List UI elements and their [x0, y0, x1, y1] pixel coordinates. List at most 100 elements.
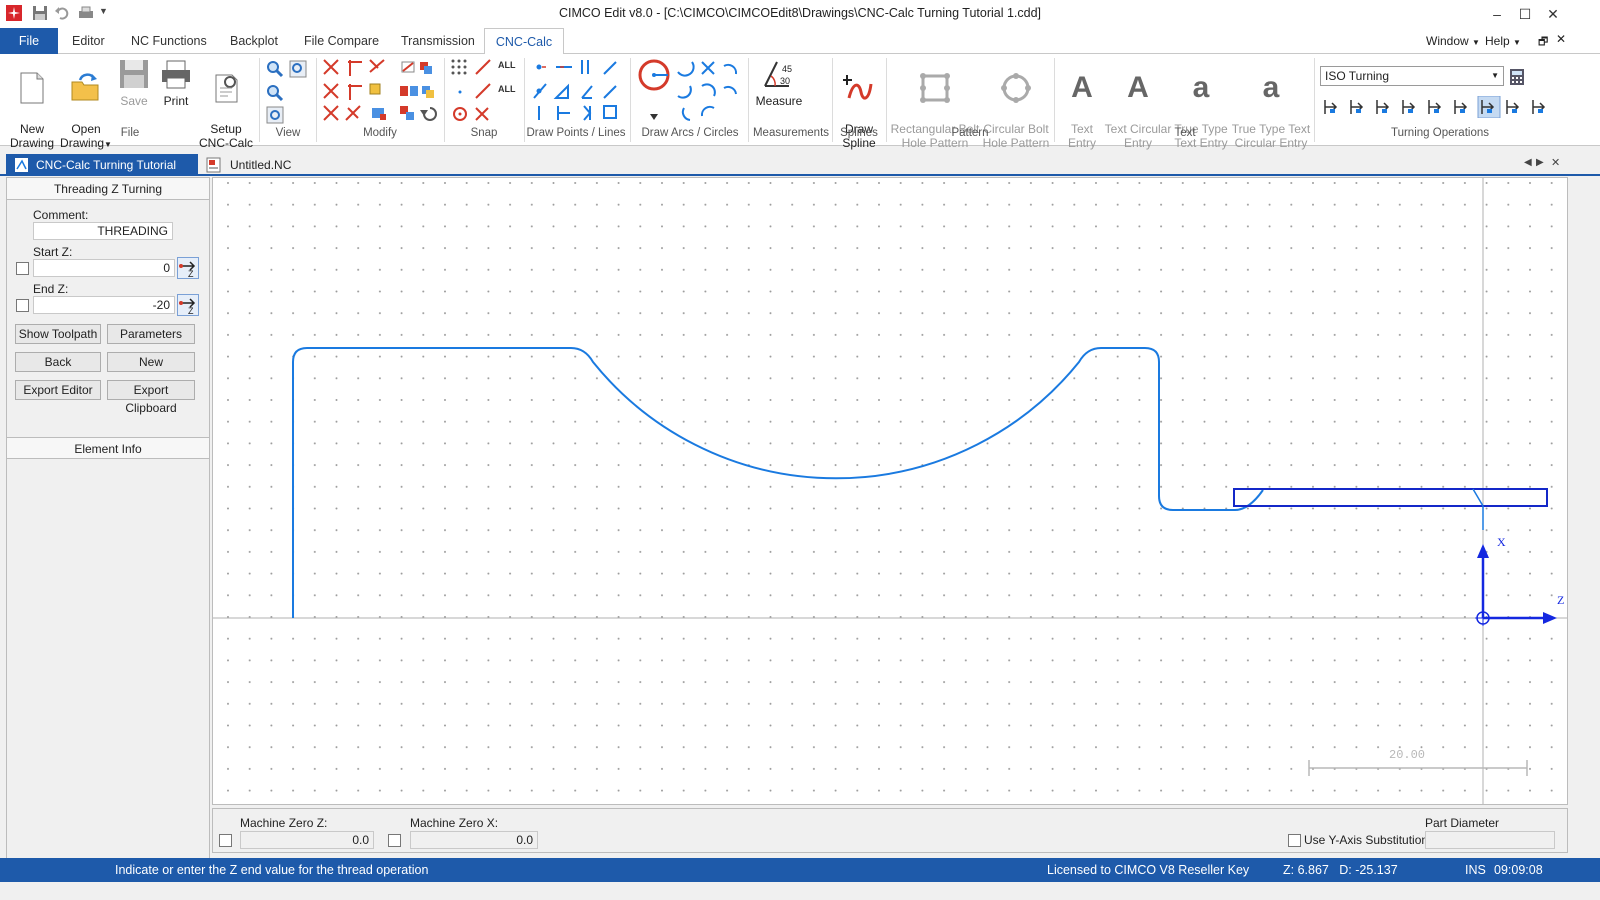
- x-axis-label: X: [1497, 535, 1506, 549]
- print-button[interactable]: Print: [154, 58, 198, 108]
- true-type-circular-a-icon: a: [1262, 71, 1280, 104]
- measure-angle-icon: 45 30: [764, 61, 792, 87]
- drawing-file-icon: [15, 158, 28, 172]
- doc-tab-cdd[interactable]: CNC-Calc Turning Tutorial 1.cdd: [6, 154, 198, 194]
- tab-scroll-left-icon[interactable]: ◀: [1524, 157, 1532, 168]
- chevron-down-icon: ▼: [1491, 71, 1499, 80]
- start-z-field[interactable]: 0: [33, 259, 175, 277]
- machine-zero-x-label: Machine Zero X:: [410, 816, 499, 830]
- comment-field[interactable]: THREADING: [33, 222, 173, 240]
- spline-icon: [843, 75, 873, 100]
- window-menu[interactable]: Window ▼: [1426, 34, 1480, 48]
- tab-file[interactable]: File: [0, 28, 58, 54]
- parameters-button[interactable]: Parameters: [107, 324, 195, 344]
- part-diameter-field[interactable]: [1425, 831, 1555, 849]
- printer-icon: [162, 60, 190, 89]
- open-folder-icon: [71, 73, 99, 101]
- draw-lines-tools: [530, 58, 624, 124]
- tab-scroll-right-icon[interactable]: ▶: [1536, 157, 1544, 168]
- floppy-disk-icon: [120, 60, 148, 88]
- tab-editor[interactable]: Editor: [60, 28, 117, 54]
- export-editor-button[interactable]: Export Editor: [15, 380, 101, 400]
- machine-zero-x-checkbox[interactable]: [388, 834, 401, 847]
- group-label-draw-lines: Draw Points / Lines: [526, 127, 626, 139]
- group-separator: [630, 58, 631, 142]
- group-separator: [748, 58, 749, 142]
- restore-doc-icon[interactable]: 🗗: [1538, 33, 1548, 52]
- true-type-a-icon: a: [1192, 71, 1210, 104]
- calculator-icon[interactable]: [1508, 68, 1526, 86]
- ribbon: New Drawing Open Drawing▼ Save Print Set…: [0, 54, 1600, 150]
- license-text: Licensed to CIMCO V8 Reseller Key: [1047, 863, 1250, 877]
- start-z-label: Start Z:: [33, 245, 73, 259]
- zoom-out-icon[interactable]: [266, 84, 284, 102]
- draw-lines-icons[interactable]: [530, 58, 624, 124]
- nc-file-icon: [206, 157, 221, 173]
- end-z-field[interactable]: -20: [33, 296, 175, 314]
- maximize-button[interactable]: ☐: [1510, 4, 1540, 24]
- tab-file-compare[interactable]: File Compare: [292, 28, 391, 54]
- comment-label: Comment:: [33, 208, 89, 222]
- tab-transmission[interactable]: Transmission: [389, 28, 487, 54]
- turning-operation-icons[interactable]: [1322, 95, 1562, 119]
- group-separator: [886, 58, 887, 142]
- circular-pattern-icon: [1001, 73, 1031, 103]
- tab-backplot[interactable]: Backplot: [218, 28, 290, 54]
- draw-arcs-icons[interactable]: [636, 58, 744, 124]
- machine-type-select[interactable]: ISO Turning ▼: [1320, 66, 1504, 86]
- status-bar: Indicate or enter the Z end value for th…: [0, 858, 1600, 882]
- draw-arcs-tools: [636, 58, 744, 124]
- machine-zero-z-label: Machine Zero Z:: [240, 816, 328, 830]
- operation-panel: Threading Z Turning Comment: THREADING S…: [6, 177, 210, 873]
- close-doc-icon[interactable]: ✕: [1556, 32, 1566, 46]
- zoom-window-icon[interactable]: [289, 60, 307, 78]
- zoom-fit-icon[interactable]: [266, 106, 284, 124]
- text-a-icon: A: [1071, 71, 1093, 104]
- pick-z-end-icon: Z: [179, 298, 196, 316]
- start-z-pick-button[interactable]: Z: [177, 257, 199, 279]
- modify-tool-icons[interactable]: [320, 58, 442, 124]
- zoom-in-icon[interactable]: [266, 60, 284, 78]
- drawing-canvas[interactable]: X Z 20.00: [212, 177, 1568, 805]
- machine-zero-z-checkbox[interactable]: [219, 834, 232, 847]
- group-label-text: Text: [1174, 127, 1196, 139]
- back-button[interactable]: Back: [15, 352, 101, 372]
- group-label-draw-arcs: Draw Arcs / Circles: [641, 127, 739, 139]
- drawing-area[interactable]: X Z 20.00: [213, 178, 1567, 804]
- tab-nc-functions[interactable]: NC Functions: [119, 28, 219, 54]
- end-z-pick-button[interactable]: Z: [177, 294, 199, 316]
- group-label-modify: Modify: [363, 127, 397, 139]
- help-menu[interactable]: Help ▼: [1485, 34, 1521, 48]
- group-label-file: File: [120, 127, 140, 139]
- save-button[interactable]: Save: [114, 58, 154, 108]
- element-info-heading: Element Info: [7, 437, 209, 459]
- group-separator: [524, 58, 525, 142]
- y-axis-substitution-checkbox[interactable]: [1288, 834, 1301, 847]
- group-separator: [259, 58, 260, 142]
- group-separator: [1054, 58, 1055, 142]
- new-document-icon: [20, 72, 44, 104]
- close-button[interactable]: ✕: [1538, 4, 1568, 24]
- ribbon-tab-bar: File Editor NC Functions Backplot File C…: [0, 28, 1600, 55]
- rect-pattern-icon: [920, 73, 950, 103]
- group-separator: [1314, 58, 1315, 142]
- tab-cnc-calc[interactable]: CNC-Calc: [484, 28, 564, 55]
- document-tabs: CNC-Calc Turning Tutorial 1.cdd Untitled…: [0, 154, 1600, 194]
- close-tab-icon[interactable]: ✕: [1551, 156, 1560, 169]
- measure-number-30: 30: [780, 76, 790, 86]
- group-label-splines: Splines: [840, 127, 878, 139]
- group-separator: [832, 58, 833, 142]
- title-bar: ▼ CIMCO Edit v8.0 - [C:\CIMCO\CIMCOEdit8…: [0, 0, 1600, 28]
- show-toolpath-button[interactable]: Show Toolpath: [15, 324, 101, 344]
- export-clipboard-button[interactable]: Export Clipboard: [107, 380, 195, 415]
- doc-tab-nc[interactable]: Untitled.NC: [200, 154, 320, 176]
- machine-zero-z-field[interactable]: 0.0: [240, 831, 374, 849]
- group-label-turning-operations: Turning Operations: [1390, 127, 1489, 139]
- snap-all-label-2: ALL: [498, 84, 516, 94]
- minimize-button[interactable]: –: [1482, 4, 1512, 24]
- measure-button[interactable]: 45 30 Measure: [752, 58, 806, 108]
- machine-zero-x-field[interactable]: 0.0: [410, 831, 538, 849]
- new-button[interactable]: New: [107, 352, 195, 372]
- start-z-checkbox[interactable]: [16, 262, 29, 275]
- end-z-checkbox[interactable]: [16, 299, 29, 312]
